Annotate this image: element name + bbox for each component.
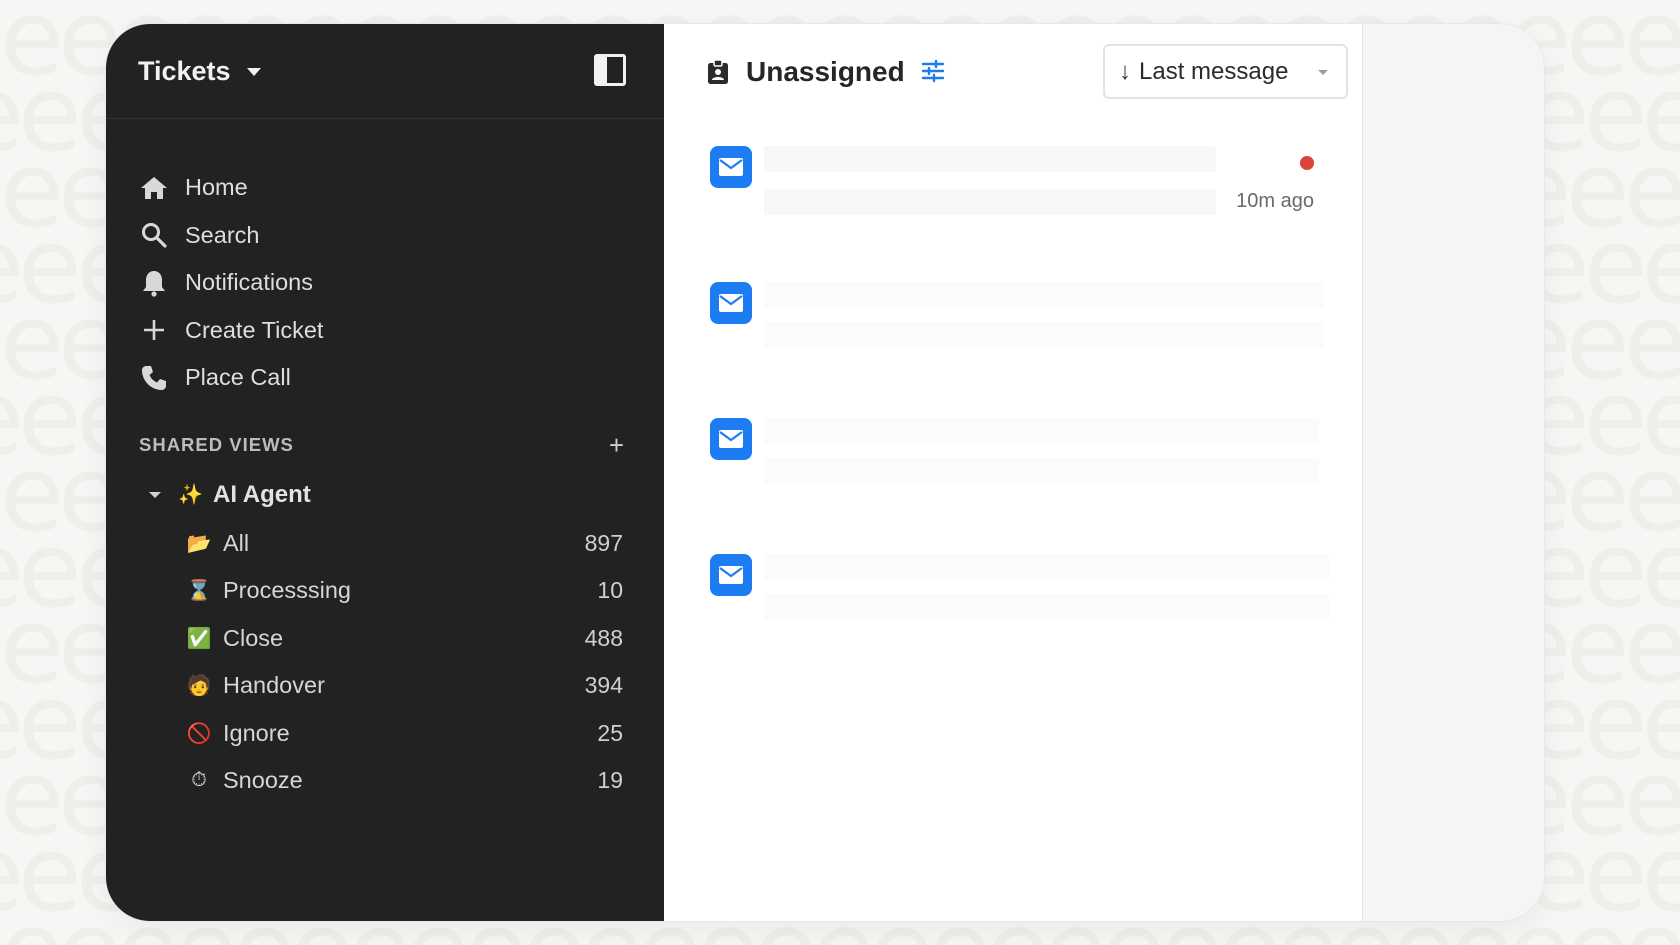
ticket-subject-placeholder xyxy=(764,554,1329,580)
envelope-icon[interactable] xyxy=(710,554,752,596)
envelope-icon[interactable] xyxy=(710,418,752,460)
nav-item-create-ticket[interactable]: Create Ticket xyxy=(106,307,664,355)
page-title: Unassigned xyxy=(746,56,905,87)
ticket-preview-placeholder xyxy=(764,189,1216,215)
nav-label: Create Ticket xyxy=(185,316,324,343)
stopwatch-icon: ⏱ xyxy=(191,769,207,792)
home-icon xyxy=(139,173,169,203)
view-item-all[interactable]: 📂 All 897 xyxy=(106,520,664,568)
group-label: AI Agent xyxy=(213,480,311,508)
ticket-list-panel: Unassigned ↓ Last message 10m ago xyxy=(664,24,1363,921)
view-item-handover[interactable]: 🧑 Handover 394 xyxy=(106,662,664,710)
phone-icon xyxy=(139,363,169,393)
filter-sliders-icon[interactable] xyxy=(921,59,947,85)
view-count: 394 xyxy=(584,672,623,699)
unread-indicator xyxy=(1300,156,1314,170)
view-count: 19 xyxy=(597,767,623,794)
nav-label: Place Call xyxy=(185,364,291,391)
workspace-title[interactable]: Tickets xyxy=(138,56,231,87)
person-icon: 🧑 xyxy=(186,675,212,698)
plus-icon xyxy=(139,315,169,345)
ticket-subject-placeholder xyxy=(764,418,1319,444)
envelope-icon[interactable] xyxy=(710,282,752,324)
nav-item-place-call[interactable]: Place Call xyxy=(106,354,664,402)
view-list: 📂 All 897 ⌛ Processsing 10 ✅ Close 488 🧑… xyxy=(106,520,664,805)
sidebar-toggle-icon[interactable] xyxy=(594,54,626,86)
arrow-down-icon: ↓ xyxy=(1119,57,1131,85)
hourglass-icon: ⌛ xyxy=(186,580,212,603)
chevron-down-icon xyxy=(1318,70,1328,75)
view-item-snooze[interactable]: ⏱ Snooze 19 xyxy=(106,757,664,805)
shared-views-header: SHARED VIEWS + xyxy=(106,420,664,470)
ticket-subject-placeholder xyxy=(764,282,1324,308)
view-label: Processsing xyxy=(223,577,351,604)
detail-panel xyxy=(1363,24,1544,921)
view-group-ai-agent[interactable]: ✨ AI Agent xyxy=(106,470,664,520)
list-header: Unassigned ↓ Last message xyxy=(664,24,1362,120)
nav-item-search[interactable]: Search xyxy=(106,212,664,260)
sidebar: Tickets Home Search Notifications Create… xyxy=(106,24,664,921)
sort-label: Last message xyxy=(1139,57,1289,85)
ticket-row[interactable] xyxy=(664,282,1362,418)
caret-down-icon[interactable] xyxy=(149,491,161,498)
view-item-processing[interactable]: ⌛ Processsing 10 xyxy=(106,567,664,615)
ticket-subject-placeholder xyxy=(764,146,1216,172)
clipboard-person-icon xyxy=(706,59,732,85)
nav-item-notifications[interactable]: Notifications xyxy=(106,259,664,307)
view-count: 488 xyxy=(584,624,623,651)
ticket-preview-placeholder xyxy=(764,458,1319,484)
view-label: Ignore xyxy=(223,719,290,746)
nav-label: Search xyxy=(185,221,260,248)
ticket-row[interactable] xyxy=(664,418,1362,554)
search-icon xyxy=(139,220,169,250)
ticket-preview-placeholder xyxy=(764,322,1324,348)
view-count: 10 xyxy=(597,577,623,604)
bell-icon xyxy=(139,268,169,298)
sidebar-header: Tickets xyxy=(106,24,664,119)
app-window: Tickets Home Search Notifications Create… xyxy=(106,24,1544,921)
nav-label: Home xyxy=(185,174,248,201)
envelope-icon[interactable] xyxy=(710,146,752,188)
nav-label: Notifications xyxy=(185,269,313,296)
chevron-down-icon[interactable] xyxy=(246,68,261,76)
view-label: Snooze xyxy=(223,767,303,794)
folder-icon: 📂 xyxy=(186,532,212,555)
view-label: All xyxy=(223,529,250,556)
nav-item-home[interactable]: Home xyxy=(106,164,664,212)
view-count: 25 xyxy=(597,719,623,746)
sparkles-icon: ✨ xyxy=(178,484,203,506)
check-box-icon: ✅ xyxy=(186,627,212,650)
view-label: Close xyxy=(223,624,284,651)
shared-views-label: SHARED VIEWS xyxy=(139,433,294,455)
add-view-button[interactable]: + xyxy=(609,432,624,458)
view-count: 897 xyxy=(584,529,623,556)
ticket-time: 10m ago xyxy=(1236,190,1314,212)
ticket-preview-placeholder xyxy=(764,594,1329,620)
prohibited-icon: 🚫 xyxy=(186,722,212,745)
view-item-close[interactable]: ✅ Close 488 xyxy=(106,615,664,663)
ticket-row[interactable]: 10m ago xyxy=(664,146,1362,282)
view-item-ignore[interactable]: 🚫 Ignore 25 xyxy=(106,710,664,758)
sort-dropdown[interactable]: ↓ Last message xyxy=(1103,44,1348,99)
view-label: Handover xyxy=(223,672,325,699)
ticket-row[interactable] xyxy=(664,554,1362,690)
main-nav: Home Search Notifications Create Ticket xyxy=(106,119,664,402)
